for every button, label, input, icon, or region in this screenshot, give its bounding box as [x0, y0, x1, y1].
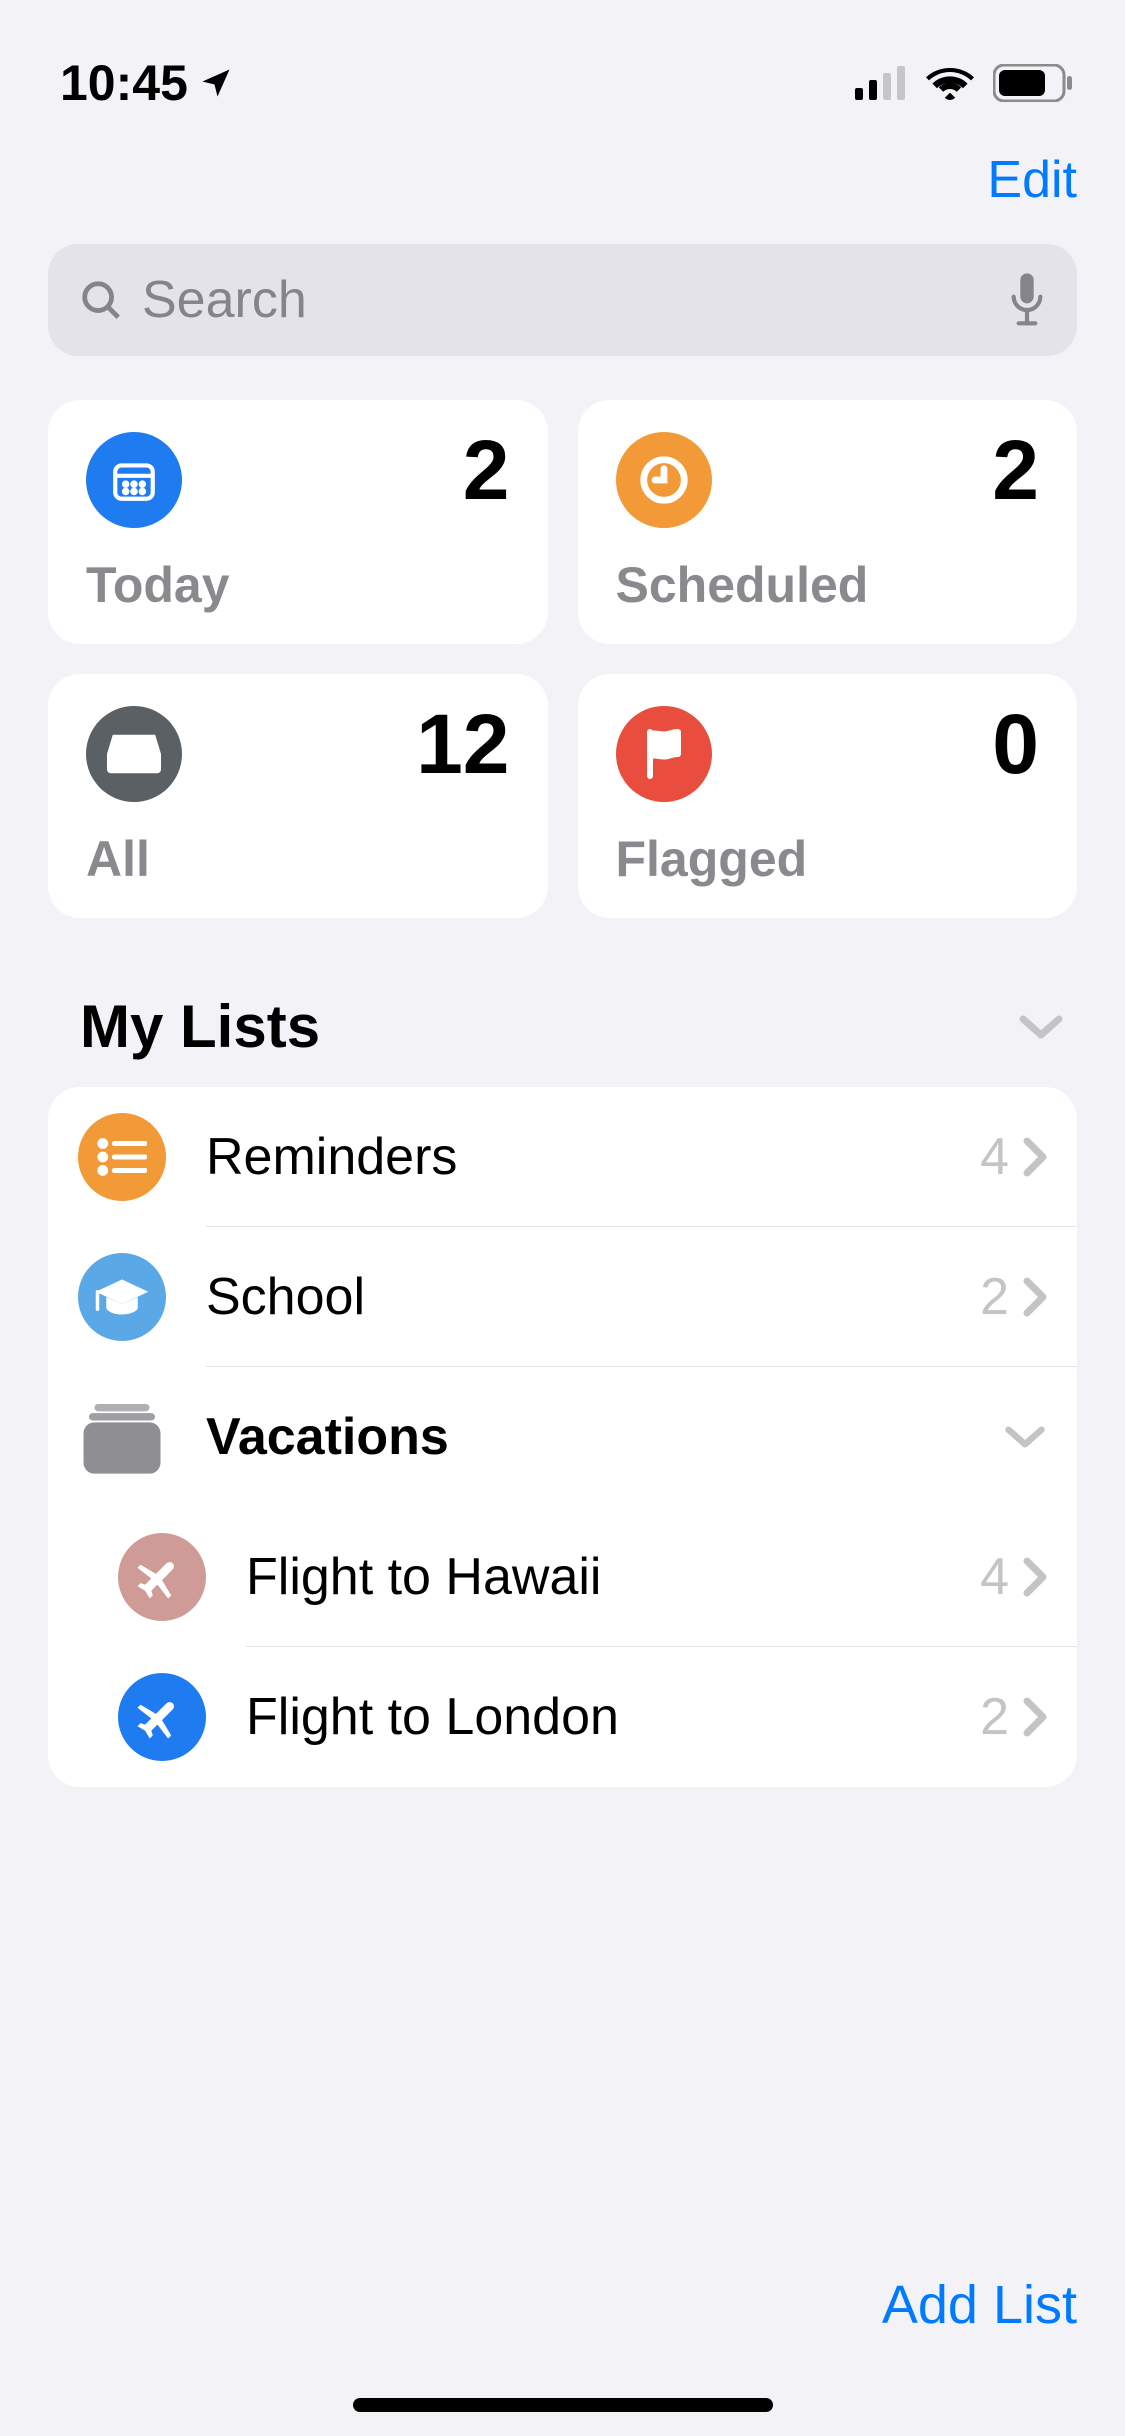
cellular-icon: [855, 66, 907, 100]
search-icon: [78, 277, 124, 323]
status-time: 10:45: [60, 54, 188, 112]
home-indicator[interactable]: [353, 2398, 773, 2412]
wifi-icon: [925, 65, 975, 101]
mic-icon[interactable]: [1007, 273, 1047, 327]
list-count: 2: [980, 1267, 1009, 1327]
chevron-right-icon: [1023, 1697, 1047, 1737]
list-label: Reminders: [206, 1127, 980, 1187]
chevron-right-icon: [1023, 1137, 1047, 1177]
clock-icon: [616, 432, 712, 528]
airplane-icon: [118, 1673, 206, 1761]
list-row-school[interactable]: School 2: [48, 1227, 1077, 1367]
status-time-area: 10:45: [60, 54, 234, 112]
list-count: 4: [980, 1547, 1009, 1607]
list-label: Flight to London: [246, 1687, 980, 1747]
status-indicators: [855, 64, 1073, 102]
airplane-icon: [118, 1533, 206, 1621]
my-lists: Reminders 4 School 2 Vacations Flight to…: [48, 1087, 1077, 1787]
card-scheduled-label: Scheduled: [616, 556, 1040, 614]
list-label: School: [206, 1267, 980, 1327]
status-bar: 10:45: [0, 0, 1125, 120]
card-scheduled[interactable]: 2 Scheduled: [578, 400, 1078, 644]
card-all[interactable]: 12 All: [48, 674, 548, 918]
battery-icon: [993, 64, 1073, 102]
list-row-flight-hawaii[interactable]: Flight to Hawaii 4: [48, 1507, 1077, 1647]
location-icon: [198, 65, 234, 101]
list-icon: [78, 1113, 166, 1201]
smart-lists-grid: 2 Today 2 Scheduled 12 All 0 Flagged: [0, 356, 1125, 918]
card-flagged-label: Flagged: [616, 830, 1040, 888]
chevron-down-icon: [1003, 1423, 1047, 1451]
list-row-flight-london[interactable]: Flight to London 2: [48, 1647, 1077, 1787]
list-row-vacations-folder[interactable]: Vacations: [48, 1367, 1077, 1507]
card-today-label: Today: [86, 556, 510, 614]
chevron-right-icon: [1023, 1557, 1047, 1597]
tray-icon: [86, 706, 182, 802]
bottom-toolbar: Add List: [0, 2274, 1125, 2376]
list-count: 2: [980, 1687, 1009, 1747]
card-today-count: 2: [463, 428, 510, 512]
card-flagged-count: 0: [992, 702, 1039, 786]
my-lists-header[interactable]: My Lists: [0, 918, 1125, 1087]
calendar-icon: [86, 432, 182, 528]
chevron-right-icon: [1023, 1277, 1047, 1317]
search-input[interactable]: Search: [48, 244, 1077, 356]
card-scheduled-count: 2: [992, 428, 1039, 512]
header: Edit: [0, 120, 1125, 226]
flag-icon: [616, 706, 712, 802]
my-lists-title: My Lists: [80, 992, 320, 1061]
card-flagged[interactable]: 0 Flagged: [578, 674, 1078, 918]
card-today[interactable]: 2 Today: [48, 400, 548, 644]
chevron-down-icon: [1017, 1012, 1065, 1042]
list-label: Vacations: [206, 1407, 1003, 1467]
card-all-label: All: [86, 830, 510, 888]
list-label: Flight to Hawaii: [246, 1547, 980, 1607]
folder-icon: [78, 1393, 166, 1481]
graduation-cap-icon: [78, 1253, 166, 1341]
edit-button[interactable]: Edit: [987, 150, 1077, 210]
list-row-reminders[interactable]: Reminders 4: [48, 1087, 1077, 1227]
card-all-count: 12: [416, 702, 509, 786]
search-placeholder: Search: [142, 270, 989, 330]
add-list-button[interactable]: Add List: [882, 2274, 1077, 2336]
list-count: 4: [980, 1127, 1009, 1187]
